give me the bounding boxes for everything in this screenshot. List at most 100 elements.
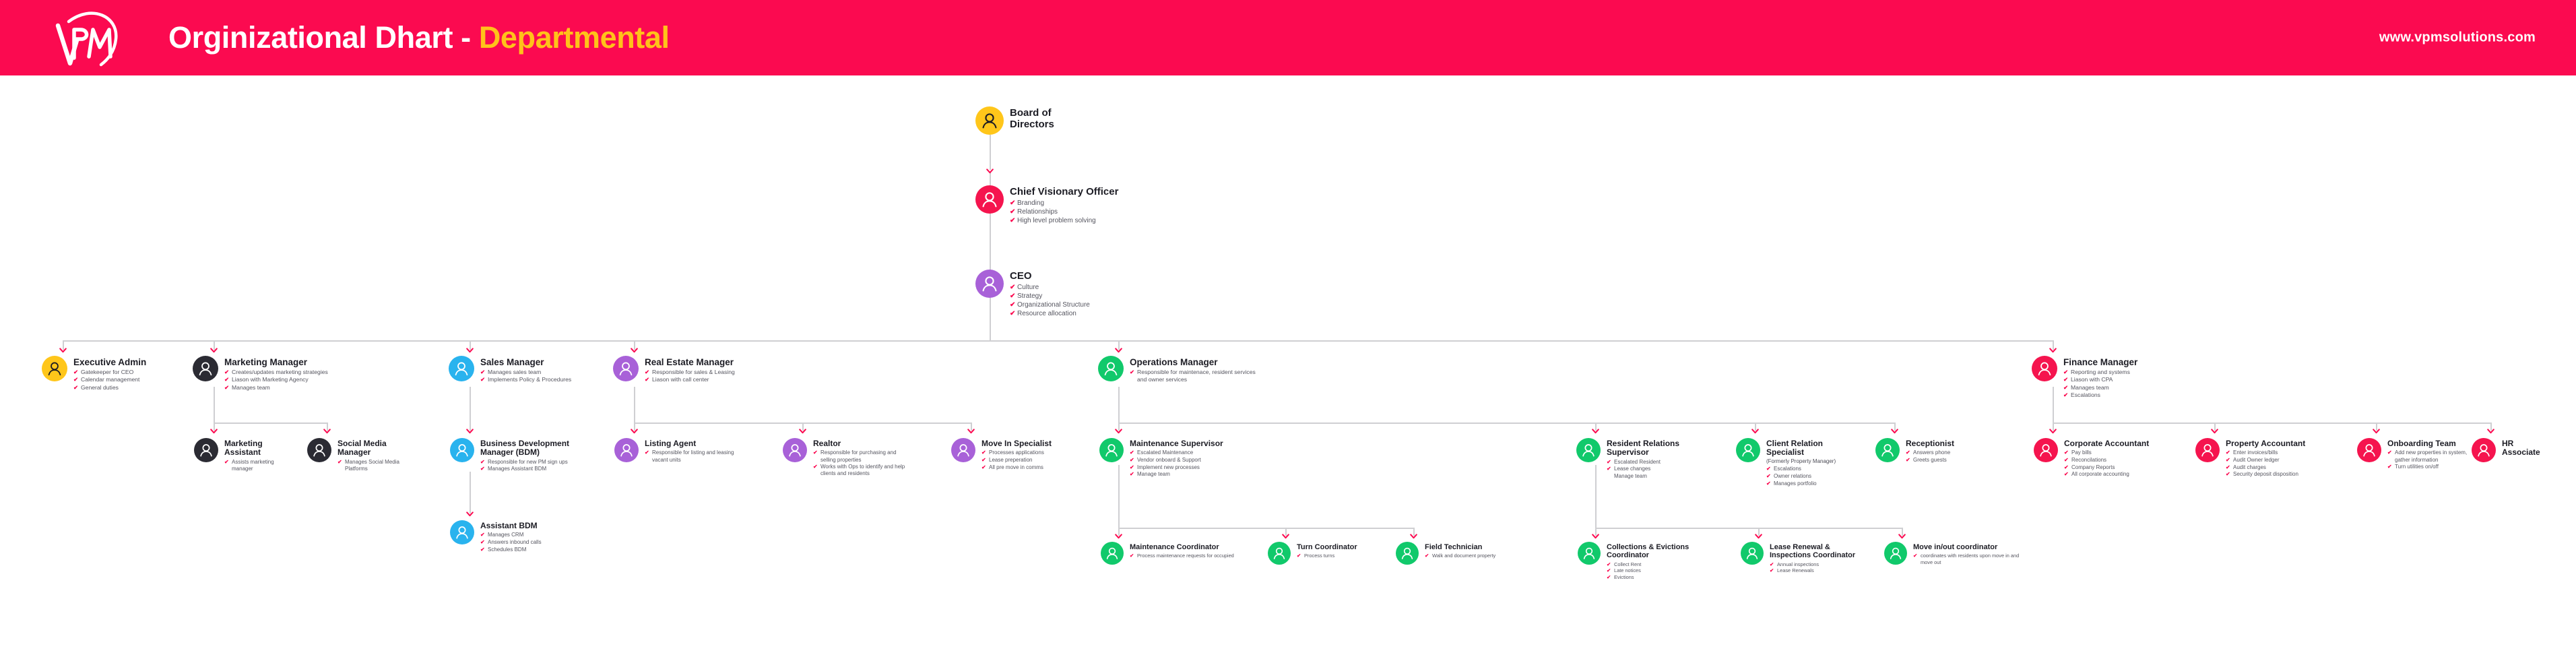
node-move-in-specialist[interactable]: Move In Specialist ✔ Processes application…: [951, 438, 1072, 471]
node-operations-manager[interactable]: Operations Manager ✔ Responsible for maint…: [1098, 356, 1266, 383]
node-field-technician[interactable]: Field Technician ✔ Walk and document prope…: [1396, 542, 1531, 565]
node-board-of-directors[interactable]: Board of Directors: [975, 106, 1103, 135]
website-url[interactable]: www.vpmsolutions.com: [2379, 30, 2536, 46]
node-finance-manager[interactable]: Finance Manager ✔ Reporting and systems ✔ Li…: [2032, 356, 2180, 399]
node-executive-admin[interactable]: Executive Admin ✔ Gatekeeper for CEO ✔ Calen…: [42, 356, 183, 392]
check-icon: ✔: [224, 376, 230, 383]
responsibility-item: ✔ Lease preperation: [981, 457, 1033, 464]
person-icon: [1576, 438, 1601, 462]
check-icon: ✔: [1130, 464, 1134, 470]
node-real-estate-manager[interactable]: Real Estate Manager ✔ Responsible for sale…: [613, 356, 775, 384]
check-icon: ✔: [2064, 449, 2069, 456]
check-icon: ✔: [645, 369, 650, 376]
responsibility-item: ✔ Audit charges: [2226, 464, 2266, 470]
person-icon: [2472, 438, 2496, 462]
node-title: HR Associate: [2502, 439, 2540, 458]
check-icon: ✔: [1010, 292, 1016, 300]
node-marketing-manager[interactable]: Marketing Manager ✔ Creates/updates market…: [193, 356, 361, 392]
check-icon: ✔: [1607, 458, 1611, 465]
responsibility-item: ✔ Culture: [1010, 283, 1039, 291]
responsibility-item: ✔ Assists marketing manager: [224, 458, 274, 472]
node-receptionist[interactable]: Receptionist ✔ Answers phone ✔ Greets guests: [1875, 438, 1976, 464]
node-ceo[interactable]: CEO ✔ Culture ✔ Strategy ✔ Organizational Stru…: [975, 270, 1130, 319]
node-turn-coordinator[interactable]: Turn Coordinator ✔ Process turns: [1268, 542, 1376, 565]
node-property-accountant[interactable]: Property Accountant ✔ Enter invoices/bills…: [2195, 438, 2330, 478]
node-body: Corporate Accountant ✔ Pay bills ✔ Reconcila…: [2064, 438, 2149, 478]
responsibility-item: ✔ Annual inspections: [1770, 561, 1820, 567]
check-icon: ✔: [2226, 464, 2230, 470]
person-icon: [1578, 542, 1601, 565]
node-body: HR Associate: [2502, 438, 2540, 458]
responsibility-list: ✔ Answers phone ✔ Greets guests: [1906, 449, 1954, 464]
node-maintenance-supervisor[interactable]: Maintenance Supervisor ✔ Escalated Mainten…: [1099, 438, 1241, 478]
person-icon: [2034, 438, 2058, 462]
responsibility-item: ✔ Lease Renewals: [1770, 567, 1814, 574]
responsibility-list: ✔ Branding ✔ Relationships ✔ High level probl…: [1010, 199, 1118, 226]
node-body: Move In Specialist ✔ Processes application…: [981, 438, 1052, 471]
responsibility-item: ✔ Escalations: [1766, 466, 1801, 472]
node-title: Onboarding Team: [2387, 439, 2456, 448]
node-onboarding-team[interactable]: Onboarding Team ✔ Add new properties in sy…: [2357, 438, 2472, 471]
responsibility-item: ✔ Evictions: [1607, 574, 1634, 581]
person-icon: [951, 438, 975, 462]
connector-drop-sales-manager: [470, 340, 471, 350]
responsibility-item: ✔ Owner relations: [1766, 473, 1812, 480]
node-maintenance-coordinator[interactable]: Maintenance Coordinator ✔ Process maintena…: [1101, 542, 1246, 565]
connector-drop-field-technician: [1413, 528, 1415, 536]
connector-drop-hr-associate: [2490, 423, 2492, 431]
responsibility-item: ✔ Collect Rent: [1607, 561, 1642, 567]
check-icon: ✔: [73, 369, 79, 376]
node-body: Lease Renewal & Inspections Coordinator ✔…: [1770, 542, 1855, 574]
node-business-development-manager[interactable]: Business Development Manager (BDM) ✔ Respo…: [450, 438, 591, 473]
responsibility-list: ✔ Responsible for sales & Leasing ✔ Liason …: [645, 369, 735, 383]
responsibility-list: ✔ Responsible for purchasing and selling …: [813, 449, 911, 477]
responsibility-item: ✔ Liason with CPA: [2063, 376, 2113, 383]
org-chart-canvas: Orginizational Dhart - Departmental www.…: [0, 0, 2576, 657]
check-icon: ✔: [1010, 199, 1016, 207]
page-title: Orginizational Dhart - Departmental: [168, 20, 670, 55]
connector-drop-onboarding-team: [2376, 423, 2377, 431]
check-icon: ✔: [73, 383, 79, 391]
responsibility-list: ✔ Enter invoices/bills ✔ Audit Owner ledger…: [2226, 449, 2305, 478]
check-icon: ✔: [480, 369, 486, 376]
node-hr-associate[interactable]: HR Associate: [2472, 438, 2559, 462]
node-realtor[interactable]: Realtor ✔ Responsible for purchasing and s…: [783, 438, 911, 478]
node-social-media-manager[interactable]: Social Media Manager ✔ Manages Social Medi…: [307, 438, 415, 473]
check-icon: ✔: [2063, 369, 2069, 376]
responsibility-item: ✔ Late notices: [1607, 567, 1641, 574]
connector-drop-executive-admin: [63, 340, 64, 350]
node-lease-renewal-inspections-coordinator[interactable]: Lease Renewal & Inspections Coordinator ✔…: [1741, 542, 1882, 574]
node-corporate-accountant[interactable]: Corporate Accountant ✔ Pay bills ✔ Reconcila…: [2034, 438, 2168, 478]
person-icon: [1736, 438, 1760, 462]
check-icon: ✔: [480, 539, 485, 546]
person-icon: [2032, 356, 2057, 381]
connector-real-estate-down: [634, 387, 635, 423]
responsibility-item: ✔ Manage team: [1130, 471, 1170, 478]
node-marketing-assistant[interactable]: Marketing Assistant ✔ Assists marketing ma…: [194, 438, 295, 473]
responsibility-item: ✔ Escalated Resident: [1607, 458, 1661, 465]
connector-finance-children-bus: [2053, 423, 2490, 424]
responsibility-item: ✔ Manages sales team: [480, 369, 542, 376]
node-title: Real Estate Manager: [645, 357, 734, 367]
connector-drop-collections: [1595, 528, 1597, 536]
responsibility-list: ✔ Creates/updates marketing strategies ✔ Li…: [224, 369, 328, 391]
check-icon: ✔: [1770, 561, 1774, 567]
node-resident-relations-supervisor[interactable]: Resident Relations Supervisor ✔ Escalated …: [1576, 438, 1704, 480]
person-icon: [783, 438, 807, 462]
node-title: Corporate Accountant: [2064, 439, 2150, 448]
node-assistant-bdm[interactable]: Assistant BDM ✔ Manages CRM ✔ Answers inboun…: [450, 520, 571, 553]
check-icon: ✔: [1010, 301, 1016, 309]
node-title: Property Accountant: [2226, 439, 2306, 448]
page-title-accent: Departmental: [478, 20, 670, 55]
node-client-relation-specialist[interactable]: Client Relation Specialist (Formerly Prop…: [1736, 438, 1857, 487]
node-chief-visionary-officer[interactable]: Chief Visionary Officer ✔ Branding ✔ Relatio…: [975, 185, 1130, 226]
responsibility-list: ✔ Manages sales team ✔ Implements Policy & …: [480, 369, 571, 383]
connector-drop-turn-coordinator: [1285, 528, 1287, 536]
node-move-in-out-coordinator[interactable]: Move in/out coordinator ✔ coordinates with…: [1884, 542, 2022, 565]
node-collections-evictions-coordinator[interactable]: Collections & Evictions Coordinator ✔ Coll…: [1578, 542, 1712, 581]
responsibility-item: ✔ Escalations: [2063, 392, 2100, 399]
responsibility-item: ✔ Company Reports: [2064, 464, 2115, 470]
node-sales-manager[interactable]: Sales Manager ✔ Manages sales team ✔ Impleme…: [449, 356, 604, 384]
connector-drop-maintenance-supervisor: [1118, 423, 1120, 431]
node-listing-agent[interactable]: Listing Agent ✔ Responsible for listing an…: [614, 438, 736, 464]
